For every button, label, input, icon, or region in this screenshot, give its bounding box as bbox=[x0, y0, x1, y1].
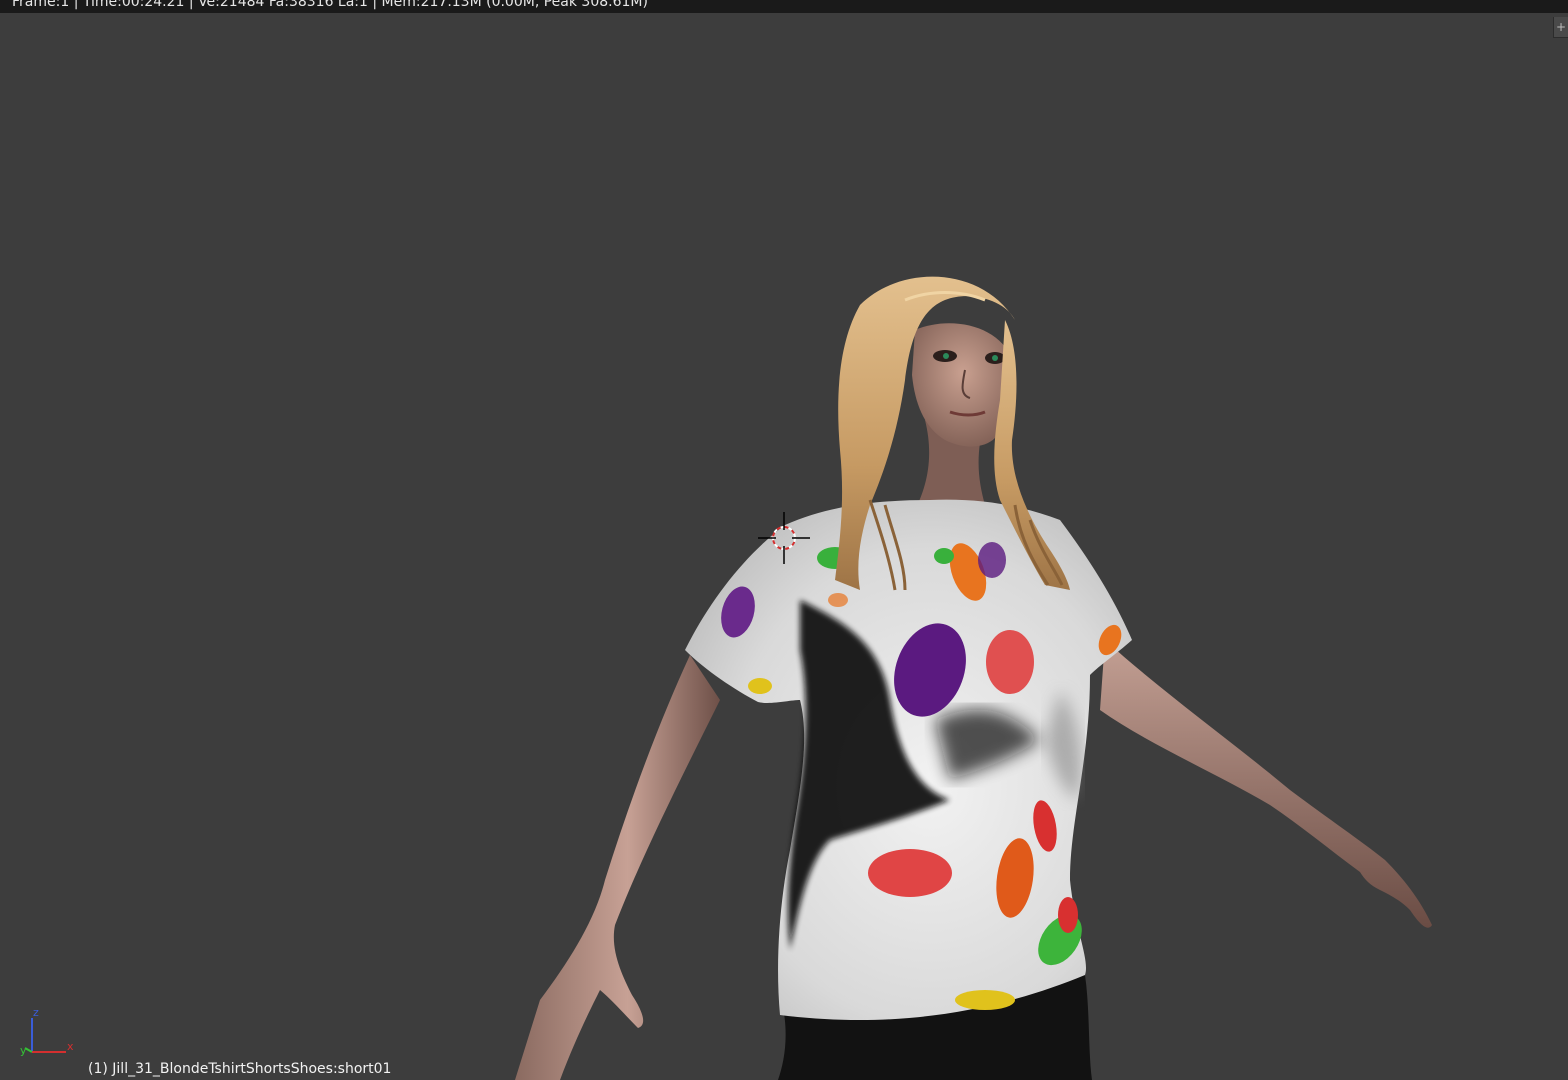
3d-viewport[interactable]: Frame:1 | Time:00:24.21 | Ve:21484 Fa:38… bbox=[0, 0, 1568, 1080]
left-arm bbox=[515, 655, 720, 1080]
3d-cursor-icon[interactable] bbox=[758, 512, 810, 564]
axis-gizmo-icon: z x y bbox=[20, 1006, 74, 1057]
active-object-label: (1) Jill_31_BlondeTshirtShortsShoes:shor… bbox=[88, 1061, 392, 1077]
axis-label-z: z bbox=[33, 1006, 39, 1019]
axis-label-x: x bbox=[67, 1040, 74, 1053]
right-arm bbox=[1100, 640, 1432, 928]
axis-label-y: y bbox=[20, 1044, 27, 1057]
